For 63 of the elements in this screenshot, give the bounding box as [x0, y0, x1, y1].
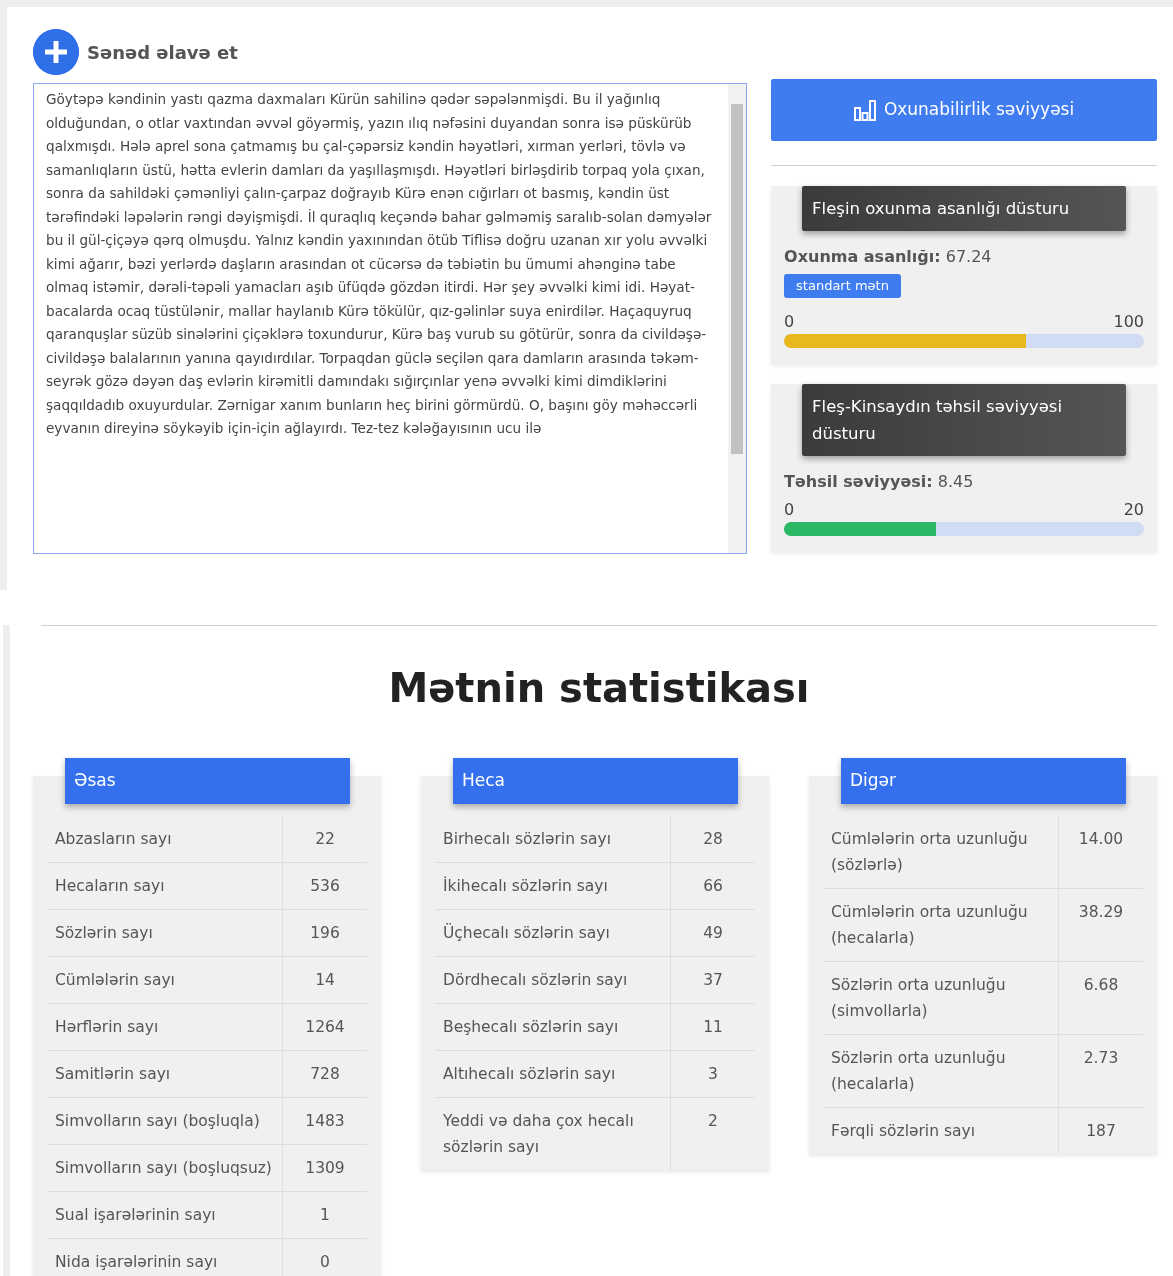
stat-label: Hecaların sayı — [47, 862, 283, 909]
statistics-heading: Mətnin statistikası — [387, 664, 811, 713]
score-label: Oxunma asanlığı: 67.24 — [784, 246, 993, 268]
stat-label: Sözlərin orta uzunluğu (hecalarla) — [823, 1034, 1059, 1107]
stat-label: Beşhecalı sözlərin sayı — [435, 1003, 671, 1050]
readability-button[interactable]: Oxunabilirlik səviyyəsi — [771, 79, 1157, 141]
text-input-area[interactable]: Göytəpə kəndinin yastı qazma daxmaları Kürün sahilinə qədər səpələnmişdi. Bu il yağınlıq olduğundan, o otlar vaxtından əvvəl göyərmiş, yazın ılıq nəfəsini duyandan sonra isə püskürüb qalxmışdı. Hələ aprel sona çatmamış bu çal-çəpərsiz kəndin həyətləri, xırman yerləri, tövlə və samanlıqların üstü, hətta evlerin damları da yaşıllaşmışdı. Həyətləri birləşdirib torpaq yola çıxan, sonra da sahildəki çəmənliyi çalın-çarpaz doğrayıb Kürə enən cığırları ot basmış, kəndin üst tərəfindəki ləpələrin rəngi dəyişmişdi. İl quraqlıq keçəndə bahar gəlməmiş saralıb-solan dəmyələr bu il gül-çiçəyə qərq olmuşdu. Yalnız kəndin yaxınından ötüb Tiflisə doğru uzanan xır yolu əvvəlki kimi ağarır, bəzi yerlərdə daşların arasından ot cücərsə də təbiətin bu ümumi ahənginə tabe olmaq istəmir, dərəli-təpəli yamacları aşıb üfüqdə gözdən itirdi. Hər şey əvvəlki kimi idi. Həyat-bacalarda ocaq tüstülənir, mallar haylanıb Kürə tökülür, qız-gəlinlər suya enirdilər. Haçaquyruq qaranquşlar süzüb sinələrini çiçəklərə toxundurur, Kürə baş vurub su götürür, sonra da civildəşə-civildəşə balalarının yanına qayıdırdılar. Torpaqdan güclə seçilən qara damların arasında təkəm-seyrək gözə dəyən daş evlərin kirəmitli damındakı sığırçınlar yenə əvvəlki kimi dimdiklərini şaqqıldadıb oxuyurdular. Zərnigar xanım bunların heç birini görmürdü. O, başını göy məhəccərli eyvanın direyinə söykəyib için-için ağlayırdı. Tez-tez kələğayısının ucu ilə — [33, 83, 748, 554]
stat-value: 37 — [702, 969, 724, 991]
stat-value: 187 — [1085, 1120, 1117, 1142]
stat-label: Cümlələrin orta uzunluğu (sözlərlə) — [823, 815, 1059, 888]
stat-label: İkihecalı sözlərin sayı — [435, 862, 671, 909]
stat-label: Dördhecalı sözlərin sayı — [435, 956, 671, 1003]
scale-max: 20 — [1123, 498, 1144, 521]
stat-value: 196 — [309, 922, 341, 944]
stat-label: Fərqli sözlərin sayı — [823, 1107, 1059, 1154]
stat-value: 28 — [702, 828, 724, 850]
card-header: Əsas — [65, 758, 350, 804]
stat-label: Altıhecalı sözlərin sayı — [435, 1050, 671, 1097]
stat-label: Simvolların sayı (boşluqla) — [47, 1097, 283, 1144]
stat-value: 66 — [702, 875, 724, 897]
card-header: Heca — [453, 758, 738, 804]
stat-label: Hərflərin sayı — [47, 1003, 283, 1050]
card-header: Digər — [841, 758, 1126, 804]
add-icon[interactable] — [33, 29, 79, 75]
scale-min: 0 — [784, 498, 795, 521]
stat-label: Yeddi və daha çox hecalı sözlərin sayı — [435, 1097, 671, 1170]
stat-label: Cümlələrin orta uzunluğu (hecalarla) — [823, 888, 1059, 961]
stat-value: 1309 — [304, 1157, 346, 1179]
formula-title: Fleşin oxunma asanlığı düsturu — [802, 186, 1126, 231]
stat-value: 6.68 — [1082, 974, 1120, 996]
stat-value: 2 — [707, 1110, 719, 1132]
stat-label: Sözlərin sayı — [47, 909, 283, 956]
stat-value: 11 — [702, 1016, 724, 1038]
stat-value: 14.00 — [1077, 828, 1125, 850]
stat-value: 536 — [309, 875, 341, 897]
bar-chart-icon — [853, 99, 876, 121]
stat-value: 2.73 — [1082, 1047, 1120, 1069]
score-label: Təhsil səviyyəsi: 8.45 — [784, 470, 975, 493]
stat-value: 0 — [319, 1251, 331, 1273]
stat-label: Nida işarələrinin sayı — [47, 1238, 283, 1276]
stat-value: 1483 — [304, 1110, 346, 1132]
stat-label: Abzasların sayı — [47, 815, 283, 862]
scale-max: 100 — [1113, 310, 1144, 333]
stat-value: 1 — [319, 1204, 331, 1226]
stat-label: Üçhecalı sözlərin sayı — [435, 909, 671, 956]
scrollbar[interactable] — [728, 84, 747, 553]
stat-label: Cümlələrin sayı — [47, 956, 283, 1003]
stat-value: 38.29 — [1077, 901, 1125, 923]
add-document-label[interactable]: Sənəd əlavə et — [87, 38, 238, 66]
stat-value: 3 — [707, 1063, 719, 1085]
formula-title: Fleş-Kinsaydın təhsil səviyyəsi düsturu — [802, 383, 1126, 456]
stat-label: Simvolların sayı (boşluqsuz) — [47, 1144, 283, 1191]
stat-value: 14 — [314, 969, 336, 991]
stat-value: 49 — [702, 922, 724, 944]
level-tag: standart mətn — [784, 274, 901, 298]
scale-min: 0 — [784, 310, 795, 333]
stat-label: Sözlərin orta uzunluğu (simvollarla) — [823, 961, 1059, 1034]
stat-value: 1264 — [304, 1016, 346, 1038]
stat-value: 22 — [314, 828, 336, 850]
stat-label: Sual işarələrinin sayı — [47, 1191, 283, 1238]
stat-label: Birhecalı sözlərin sayı — [435, 815, 671, 862]
stat-value: 728 — [309, 1063, 341, 1085]
stat-label: Samitlərin sayı — [47, 1050, 283, 1097]
